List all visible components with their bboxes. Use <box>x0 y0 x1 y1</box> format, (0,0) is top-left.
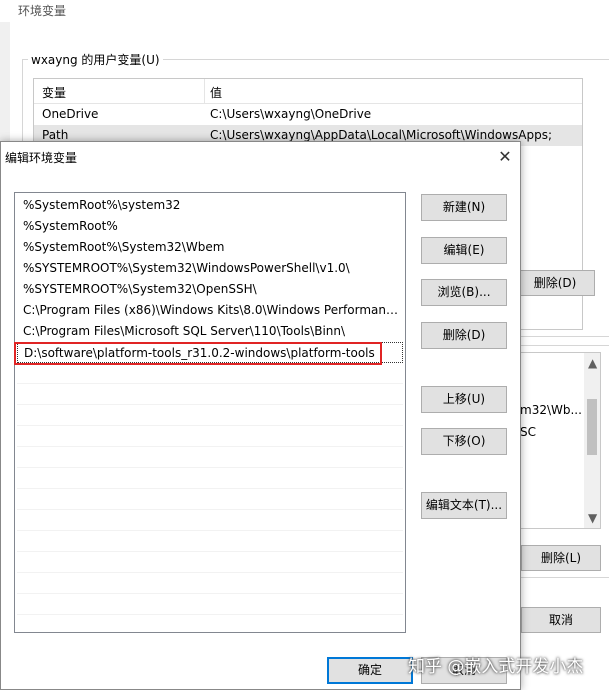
selected-path-highlight <box>14 342 382 365</box>
path-entry-text: %SystemRoot%\system32 <box>23 198 181 212</box>
dialog-title: 编辑环境变量 <box>5 151 78 165</box>
browse-button[interactable]: 浏览(B)... <box>421 279 507 306</box>
path-entry[interactable]: %SystemRoot% <box>17 216 403 237</box>
bg-cancel-button[interactable]: 取消 <box>521 607 601 633</box>
path-entry-text: C:\Program Files (x86)\Windows Kits\8.0\… <box>23 303 401 317</box>
scroll-down-icon[interactable]: ▼ <box>588 511 597 525</box>
empty-row[interactable] <box>17 426 403 447</box>
user-var-name: OneDrive <box>42 107 99 121</box>
edit-button[interactable]: 编辑(E) <box>421 237 507 264</box>
path-entry[interactable]: %SystemRoot%\System32\Wbem <box>17 237 403 258</box>
column-separator[interactable] <box>204 79 205 103</box>
empty-row[interactable] <box>17 510 403 531</box>
path-entry[interactable]: %SystemRoot%\system32 <box>17 195 403 216</box>
path-entry-text: %SYSTEMROOT%\System32\OpenSSH\ <box>23 282 257 296</box>
move-down-button[interactable]: 下移(O) <box>421 428 507 455</box>
system-vars-scrollbar[interactable]: ▲ ▼ <box>584 353 600 528</box>
user-var-row[interactable]: OneDrive C:\Users\wxayng\OneDrive <box>34 104 582 125</box>
empty-row[interactable] <box>17 468 403 489</box>
empty-row[interactable] <box>17 384 403 405</box>
path-entry[interactable]: %SYSTEMROOT%\System32\OpenSSH\ <box>17 279 403 300</box>
user-var-value: C:\Users\wxayng\OneDrive <box>210 107 372 121</box>
empty-row[interactable] <box>17 594 403 615</box>
empty-row[interactable] <box>17 573 403 594</box>
ok-button[interactable]: 确定 <box>327 657 413 684</box>
empty-row[interactable] <box>17 405 403 426</box>
path-entry-text: %SystemRoot%\System32\Wbem <box>23 240 225 254</box>
system-vars-list[interactable]: m32\Wb... SC ▲ ▼ <box>515 352 601 529</box>
path-entry-text: %SystemRoot% <box>23 219 118 233</box>
system-var-fragment: m32\Wb... <box>520 403 582 417</box>
empty-row[interactable] <box>17 552 403 573</box>
system-var-fragment: SC <box>520 425 536 439</box>
bg-titlebar: 环境变量 <box>0 0 609 22</box>
scroll-up-icon[interactable]: ▲ <box>588 356 597 370</box>
column-header-variable[interactable]: 变量 <box>42 84 66 101</box>
delete-button[interactable]: 删除(D) <box>421 322 507 349</box>
column-header-value[interactable]: 值 <box>210 84 222 101</box>
edit-text-button[interactable]: 编辑文本(T)... <box>421 492 507 519</box>
new-button[interactable]: 新建(N) <box>421 194 507 221</box>
empty-row[interactable] <box>17 447 403 468</box>
empty-row[interactable] <box>17 489 403 510</box>
user-var-name: Path <box>42 128 69 142</box>
path-entry[interactable]: %SYSTEMROOT%\System32\WindowsPowerShell\… <box>17 258 403 279</box>
empty-row[interactable] <box>17 363 403 384</box>
path-entry-text: C:\Program Files\Microsoft SQL Server\11… <box>23 324 346 338</box>
path-entry[interactable]: C:\Program Files (x86)\Windows Kits\8.0\… <box>17 300 403 321</box>
scroll-thumb[interactable] <box>587 399 597 455</box>
empty-row[interactable] <box>17 531 403 552</box>
path-entry-text: %SYSTEMROOT%\System32\WindowsPowerShell\… <box>23 261 350 275</box>
user-vars-delete-button[interactable]: 删除(D) <box>515 270 595 296</box>
path-entries-list[interactable]: %SystemRoot%\system32 %SystemRoot% %Syst… <box>14 192 406 633</box>
close-icon[interactable]: ✕ <box>494 146 516 168</box>
move-up-button[interactable]: 上移(U) <box>421 386 507 413</box>
user-var-value: C:\Users\wxayng\AppData\Local\Microsoft\… <box>210 128 552 142</box>
dialog-titlebar[interactable]: 编辑环境变量 ✕ <box>1 142 520 172</box>
bg-window-title: 环境变量 <box>18 4 67 18</box>
user-vars-group-label: wxayng 的用户变量(U) <box>28 51 163 68</box>
watermark: 知乎 @嵌入式开发小杰 <box>408 657 584 677</box>
edit-environment-variable-dialog: 编辑环境变量 ✕ %SystemRoot%\system32 %SystemRo… <box>0 141 521 690</box>
system-vars-delete-button[interactable]: 删除(L) <box>521 545 601 571</box>
user-vars-list-header: 变量 值 <box>34 79 582 104</box>
path-entry[interactable]: C:\Program Files\Microsoft SQL Server\11… <box>17 321 403 342</box>
